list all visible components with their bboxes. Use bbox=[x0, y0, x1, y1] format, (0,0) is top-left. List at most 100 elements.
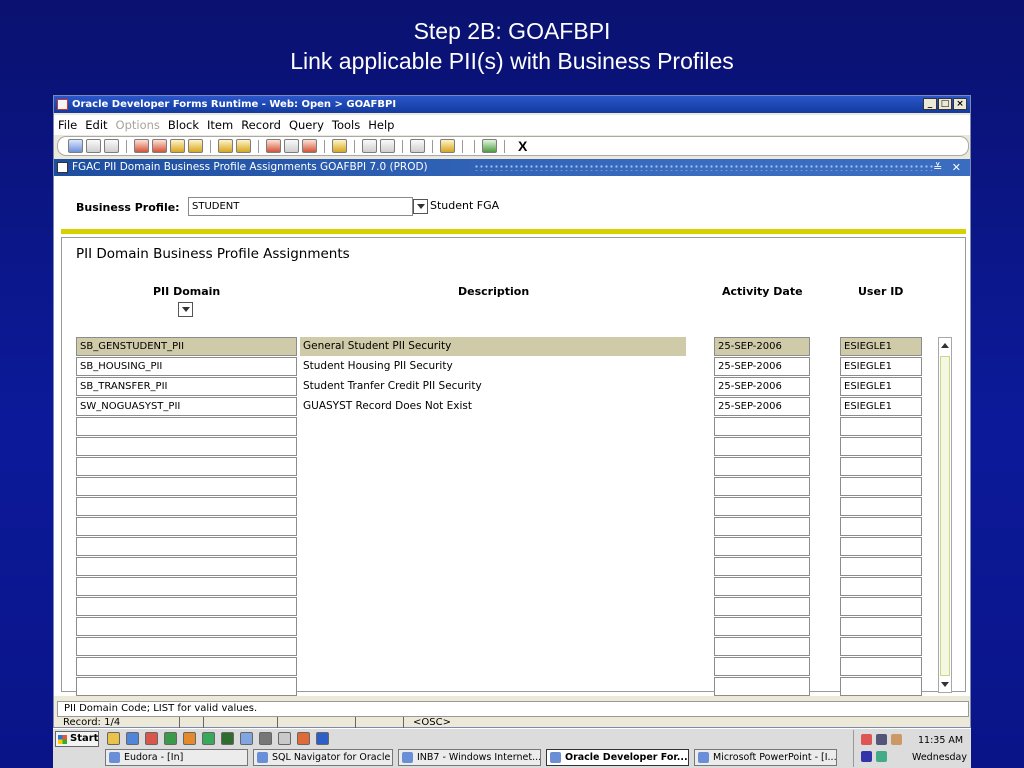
pii-domain-field[interactable] bbox=[76, 517, 297, 536]
scroll-down-icon[interactable] bbox=[941, 682, 949, 687]
quick-launch-disc-icon[interactable] bbox=[259, 732, 272, 745]
print-icon[interactable] bbox=[104, 139, 119, 153]
menu-block[interactable]: Block bbox=[168, 118, 199, 132]
pii-domain-field[interactable]: SB_TRANSFER_PII bbox=[76, 377, 297, 396]
business-profile-list-button[interactable] bbox=[413, 199, 428, 214]
quick-launch-mail-icon[interactable] bbox=[145, 732, 158, 745]
activity-date-field[interactable] bbox=[714, 437, 810, 456]
menu-file[interactable]: File bbox=[58, 118, 77, 132]
user-id-field[interactable] bbox=[840, 617, 922, 636]
maximize-button[interactable]: □ bbox=[938, 98, 952, 110]
insert-record-icon[interactable] bbox=[134, 139, 149, 153]
scrollbar-thumb[interactable] bbox=[940, 356, 950, 676]
tray-clock[interactable]: 11:35 AM bbox=[918, 735, 963, 746]
task-oracle-developer[interactable]: Oracle Developer For... bbox=[546, 749, 689, 766]
pii-domain-field[interactable] bbox=[76, 557, 297, 576]
pii-domain-field[interactable]: SW_NOGUASYST_PII bbox=[76, 397, 297, 416]
user-id-field[interactable]: ESIEGLE1 bbox=[840, 377, 922, 396]
user-id-field[interactable] bbox=[840, 437, 922, 456]
close-button[interactable]: × bbox=[953, 98, 967, 110]
quick-launch-app-icon[interactable] bbox=[278, 732, 291, 745]
user-id-field[interactable] bbox=[840, 637, 922, 656]
activity-date-field[interactable]: 25-SEP-2006 bbox=[714, 337, 810, 356]
user-id-field[interactable] bbox=[840, 457, 922, 476]
user-id-field[interactable] bbox=[840, 657, 922, 676]
user-id-field[interactable] bbox=[840, 557, 922, 576]
pii-domain-field[interactable]: SB_GENSTUDENT_PII bbox=[76, 337, 297, 356]
tray-shield-icon[interactable] bbox=[861, 751, 872, 762]
user-id-field[interactable] bbox=[840, 497, 922, 516]
copy-icon[interactable] bbox=[380, 139, 395, 153]
pii-domain-field[interactable] bbox=[76, 637, 297, 656]
exit-icon[interactable]: X bbox=[518, 138, 527, 154]
menu-help[interactable]: Help bbox=[368, 118, 394, 132]
quick-launch-powerpoint-icon[interactable] bbox=[297, 732, 310, 745]
pii-domain-field[interactable]: SB_HOUSING_PII bbox=[76, 357, 297, 376]
menu-options[interactable]: Options bbox=[116, 118, 160, 132]
pii-domain-field[interactable] bbox=[76, 497, 297, 516]
rollback-icon[interactable] bbox=[86, 139, 101, 153]
business-profile-input[interactable]: STUDENT bbox=[188, 197, 413, 216]
pii-domain-field[interactable] bbox=[76, 577, 297, 596]
pii-domain-field[interactable] bbox=[76, 477, 297, 496]
attachment-icon[interactable] bbox=[362, 139, 377, 153]
pii-domain-field[interactable] bbox=[76, 657, 297, 676]
help-icon[interactable] bbox=[482, 139, 497, 153]
vertical-scrollbar[interactable] bbox=[938, 337, 952, 693]
activity-date-field[interactable] bbox=[714, 657, 810, 676]
user-id-field[interactable] bbox=[840, 537, 922, 556]
user-id-field[interactable] bbox=[840, 517, 922, 536]
next-block-icon[interactable] bbox=[188, 139, 203, 153]
activity-date-field[interactable] bbox=[714, 517, 810, 536]
activity-date-field[interactable] bbox=[714, 557, 810, 576]
activity-date-field[interactable]: 25-SEP-2006 bbox=[714, 397, 810, 416]
window-titlebar[interactable]: Oracle Developer Forms Runtime - Web: Op… bbox=[54, 96, 970, 113]
user-id-field[interactable] bbox=[840, 577, 922, 596]
task-internet-explorer[interactable]: INB7 - Windows Internet... bbox=[398, 749, 541, 766]
activity-date-field[interactable] bbox=[714, 637, 810, 656]
tray-update-icon[interactable] bbox=[876, 751, 887, 762]
quick-launch-excel-icon[interactable] bbox=[164, 732, 177, 745]
enter-query-icon[interactable] bbox=[266, 139, 281, 153]
activity-date-field[interactable] bbox=[714, 457, 810, 476]
execute-query-icon[interactable] bbox=[284, 139, 299, 153]
pii-domain-list-button[interactable] bbox=[178, 302, 193, 317]
form-titlebar[interactable]: FGAC PII Domain Business Profile Assignm… bbox=[54, 159, 970, 176]
user-id-field[interactable] bbox=[840, 417, 922, 436]
pii-domain-field[interactable] bbox=[76, 437, 297, 456]
quick-launch-edit-icon[interactable] bbox=[107, 732, 120, 745]
menu-tools[interactable]: Tools bbox=[332, 118, 360, 132]
quick-launch-word-icon[interactable] bbox=[316, 732, 329, 745]
activity-date-field[interactable] bbox=[714, 477, 810, 496]
next-record-icon[interactable] bbox=[236, 139, 251, 153]
quick-launch-green-icon[interactable] bbox=[202, 732, 215, 745]
menu-item[interactable]: Item bbox=[207, 118, 233, 132]
pii-domain-field[interactable] bbox=[76, 677, 297, 696]
pii-domain-field[interactable] bbox=[76, 617, 297, 636]
activity-date-field[interactable] bbox=[714, 497, 810, 516]
menu-edit[interactable]: Edit bbox=[85, 118, 107, 132]
user-id-field[interactable]: ESIEGLE1 bbox=[840, 397, 922, 416]
user-id-field[interactable]: ESIEGLE1 bbox=[840, 357, 922, 376]
activity-date-field[interactable] bbox=[714, 677, 810, 696]
scroll-up-icon[interactable] bbox=[941, 343, 949, 348]
user-id-field[interactable] bbox=[840, 477, 922, 496]
minimize-button[interactable]: _ bbox=[923, 98, 937, 110]
user-id-field[interactable] bbox=[840, 677, 922, 696]
cancel-query-icon[interactable] bbox=[302, 139, 317, 153]
save-icon[interactable] bbox=[68, 139, 83, 153]
menu-query[interactable]: Query bbox=[289, 118, 324, 132]
quick-launch-globe-icon[interactable] bbox=[240, 732, 253, 745]
activity-date-field[interactable] bbox=[714, 577, 810, 596]
activity-date-field[interactable] bbox=[714, 417, 810, 436]
activity-date-field[interactable] bbox=[714, 537, 810, 556]
task-sql-navigator[interactable]: SQL Navigator for Oracle bbox=[253, 749, 393, 766]
print-record-icon[interactable] bbox=[332, 139, 347, 153]
tray-java-icon[interactable] bbox=[861, 734, 872, 745]
tray-volume-icon[interactable] bbox=[891, 734, 902, 745]
pii-domain-field[interactable] bbox=[76, 537, 297, 556]
tray-network-icon[interactable] bbox=[876, 734, 887, 745]
activity-date-field[interactable]: 25-SEP-2006 bbox=[714, 357, 810, 376]
previous-block-icon[interactable] bbox=[170, 139, 185, 153]
activity-date-field[interactable] bbox=[714, 597, 810, 616]
